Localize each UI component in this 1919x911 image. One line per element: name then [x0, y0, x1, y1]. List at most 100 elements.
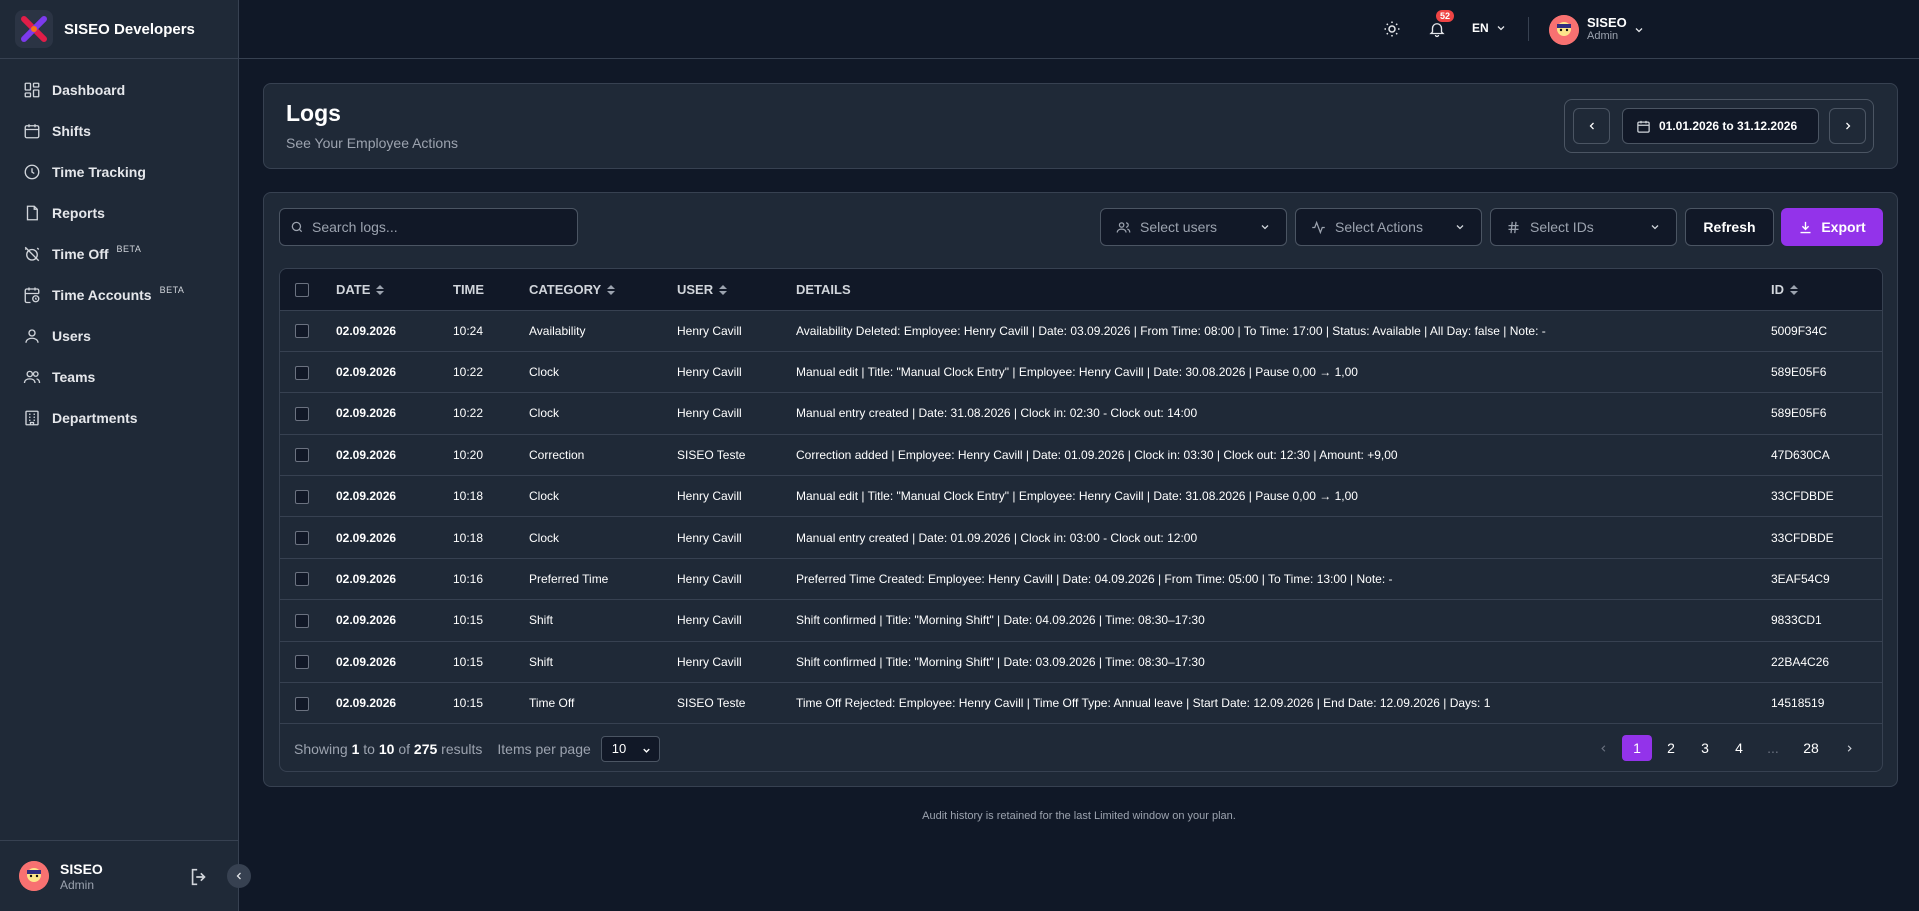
cell-id: 3EAF54C9 [1771, 558, 1882, 601]
page-button-3[interactable]: 3 [1690, 735, 1720, 761]
table-row[interactable]: 02.09.2026 10:24 Availability Henry Cavi… [280, 310, 1882, 352]
row-checkbox[interactable] [295, 572, 309, 587]
sidebar-item-shifts[interactable]: Shifts [0, 110, 238, 151]
cell-details: Manual edit | Title: "Manual Clock Entry… [796, 475, 1771, 518]
cell-id: 14518519 [1771, 682, 1882, 725]
theme-toggle-sun-icon[interactable] [1383, 20, 1401, 38]
pagination-bar: Showing 1 to 10 of 275 results Items per… [280, 726, 1882, 771]
refresh-button[interactable]: Refresh [1685, 208, 1774, 246]
cell-time: 10:18 [453, 475, 529, 518]
sidebar-item-time-tracking[interactable]: Time Tracking [0, 151, 238, 192]
table-row[interactable]: 02.09.2026 10:22 Clock Henry Cavill Manu… [280, 351, 1882, 394]
chevron-left-icon [1600, 744, 1605, 752]
row-checkbox[interactable] [295, 365, 309, 380]
table-row[interactable]: 02.09.2026 10:15 Shift Henry Cavill Shif… [280, 641, 1882, 684]
table-row[interactable]: 02.09.2026 10:18 Clock Henry Cavill Manu… [280, 516, 1882, 559]
next-page-button[interactable] [1834, 735, 1864, 761]
collapse-sidebar-button[interactable] [227, 864, 251, 888]
date-range-picker: 01.01.2026 to 31.12.2026 [1564, 99, 1874, 153]
cell-details: Shift confirmed | Title: "Morning Shift"… [796, 641, 1771, 684]
date-range-field[interactable]: 01.01.2026 to 31.12.2026 [1622, 108, 1819, 144]
search-input[interactable] [312, 219, 562, 235]
column-header-date[interactable]: DATE [336, 269, 453, 311]
avatar[interactable] [1549, 15, 1579, 45]
chevron-down-icon [1261, 225, 1269, 230]
previous-page-button[interactable] [1588, 735, 1618, 761]
select-ids-dropdown[interactable]: Select IDs [1490, 208, 1677, 246]
chevron-down-icon[interactable] [1633, 24, 1645, 36]
cell-date: 02.09.2026 [336, 641, 453, 684]
cell-details: Preferred Time Created: Employee: Henry … [796, 558, 1771, 601]
page-button-4[interactable]: 4 [1724, 735, 1754, 761]
column-header-id[interactable]: ID [1771, 269, 1882, 311]
select-actions-dropdown[interactable]: Select Actions [1295, 208, 1482, 246]
previous-range-button[interactable] [1573, 108, 1610, 144]
chevron-down-icon [1497, 26, 1505, 31]
table-row[interactable]: 02.09.2026 10:15 Time Off SISEO Teste Ti… [280, 682, 1882, 725]
select-all-checkbox[interactable] [295, 283, 309, 298]
cell-user: Henry Cavill [677, 599, 796, 642]
column-header-user[interactable]: USER [677, 269, 796, 311]
clock-icon [24, 164, 40, 179]
table-row[interactable]: 02.09.2026 10:18 Clock Henry Cavill Manu… [280, 475, 1882, 518]
next-range-button[interactable] [1829, 108, 1866, 144]
file-icon [26, 205, 38, 220]
cell-category: Preferred Time [529, 558, 677, 601]
table-row[interactable]: 02.09.2026 10:15 Shift Henry Cavill Shif… [280, 599, 1882, 642]
sidebar-item-teams[interactable]: Teams [0, 356, 238, 397]
logs-table: DATE TIME CATEGORY USER DETAILS ID 02.09… [279, 268, 1883, 772]
sidebar-item-departments[interactable]: Departments [0, 397, 238, 438]
select-users-dropdown[interactable]: Select users [1100, 208, 1287, 246]
beta-badge: BETA [159, 284, 185, 295]
cell-user: Henry Cavill [677, 392, 796, 435]
column-header-category[interactable]: CATEGORY [529, 269, 677, 311]
page-button-28[interactable]: 28 [1792, 735, 1830, 761]
results-text: to [363, 740, 375, 757]
cell-details: Shift confirmed | Title: "Morning Shift"… [796, 599, 1771, 642]
row-checkbox[interactable] [295, 448, 309, 463]
cell-category: Time Off [529, 682, 677, 725]
row-checkbox[interactable] [295, 406, 309, 421]
row-checkbox[interactable] [295, 489, 309, 504]
hash-icon [1508, 221, 1519, 233]
page-button-1[interactable]: 1 [1622, 735, 1652, 761]
row-checkbox[interactable] [295, 324, 309, 339]
cell-id: 5009F34C [1771, 310, 1882, 352]
calendar-icon [1637, 120, 1650, 133]
avatar[interactable] [19, 861, 49, 891]
row-checkbox[interactable] [295, 655, 309, 670]
table-row[interactable]: 02.09.2026 10:20 Correction SISEO Teste … [280, 434, 1882, 477]
cell-category: Shift [529, 641, 677, 684]
cell-details: Manual edit | Title: "Manual Clock Entry… [796, 351, 1771, 394]
sidebar-nav: Dashboard Shifts Time Tracking Reports T… [0, 59, 238, 438]
cell-date: 02.09.2026 [336, 434, 453, 477]
items-per-page-value: 10 [611, 741, 627, 756]
sidebar-item-time-accounts[interactable]: Time Accounts BETA [0, 274, 238, 315]
sidebar-item-time-off[interactable]: Time Off BETA [0, 233, 238, 274]
row-checkbox[interactable] [295, 696, 309, 711]
alarm-off-icon [24, 246, 40, 261]
items-per-page-select[interactable]: 10 [600, 735, 660, 762]
chevron-down-icon [1651, 225, 1659, 230]
table-row[interactable]: 02.09.2026 10:16 Preferred Time Henry Ca… [280, 558, 1882, 601]
results-from: 1 [351, 740, 360, 757]
brand[interactable]: SISEO Developers [0, 0, 238, 59]
row-checkbox[interactable] [295, 531, 309, 546]
language-selector[interactable]: EN [1472, 21, 1507, 35]
search-box[interactable] [279, 208, 578, 246]
bell-icon[interactable] [1428, 19, 1446, 39]
sidebar-item-dashboard[interactable]: Dashboard [0, 69, 238, 110]
pager: 1 2 3 4 ... 28 [1584, 735, 1864, 761]
export-button[interactable]: Export [1781, 208, 1883, 246]
table-row[interactable]: 02.09.2026 10:22 Clock Henry Cavill Manu… [280, 392, 1882, 435]
sort-icon [1790, 285, 1798, 296]
cell-category: Availability [529, 310, 677, 352]
topbar-user[interactable]: SISEO Admin [1587, 15, 1627, 42]
page-button-2[interactable]: 2 [1656, 735, 1686, 761]
sidebar-item-reports[interactable]: Reports [0, 192, 238, 233]
row-checkbox[interactable] [295, 613, 309, 628]
cell-id: 47D630CA [1771, 434, 1882, 477]
cell-category: Clock [529, 475, 677, 518]
logout-icon[interactable] [188, 866, 210, 888]
sidebar-item-users[interactable]: Users [0, 315, 238, 356]
